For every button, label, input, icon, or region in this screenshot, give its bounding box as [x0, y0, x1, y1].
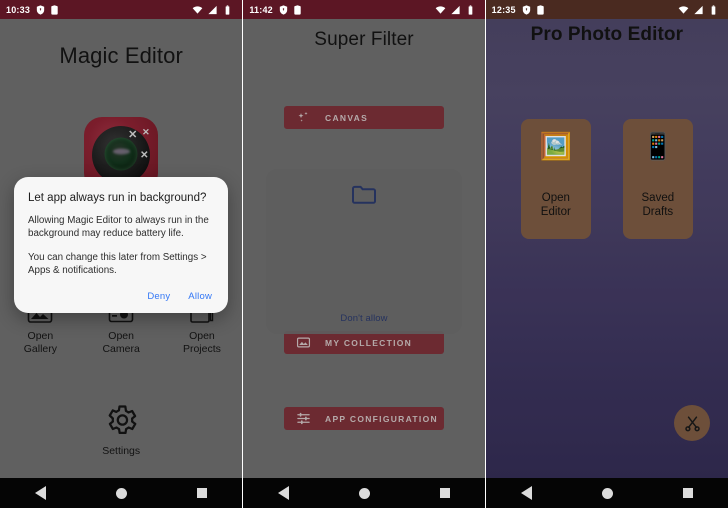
wifi-icon: [435, 5, 445, 14]
back-icon[interactable]: [278, 486, 290, 500]
tile-label-line1: Open: [27, 330, 54, 342]
canvas-button-label: CANVAS: [325, 112, 369, 123]
app-configuration-button-label: APP CONFIGURATION: [325, 413, 438, 424]
card-label-line2: Editor: [540, 206, 571, 218]
home-icon[interactable]: [601, 487, 613, 499]
signal-icon: [208, 5, 217, 14]
signal-icon: [694, 5, 703, 14]
phone-photo-icon: 🖼️: [539, 131, 573, 161]
dialog-note: You can change this later from Settings …: [28, 252, 207, 276]
dialog-body: Allowing Magic Editor to always run in t…: [28, 215, 209, 239]
app-screen: Super Filter CANVAS Don't allow MY COLLE…: [243, 19, 485, 478]
open-editor-label: Open Editor: [541, 191, 571, 219]
signal-icon: [451, 5, 460, 14]
saved-drafts-card[interactable]: 📱 Saved Drafts: [622, 119, 693, 239]
quick-action-cards: 🖼️ Open Editor 📱 Saved Drafts: [486, 119, 728, 239]
saved-drafts-label: Saved Drafts: [642, 191, 675, 219]
lens-glass: [104, 137, 138, 171]
phone-panel-pro-photo-editor: 12:35 Pro Photo Editor 🖼️ Open Editor 📱 …: [485, 0, 728, 508]
status-bar: 10:33: [0, 0, 243, 19]
sliders-icon: [297, 412, 310, 425]
open-editor-card[interactable]: 🖼️ Open Editor: [520, 119, 591, 239]
status-bar: 11:42: [243, 0, 485, 19]
scissors-fab[interactable]: [674, 405, 710, 441]
lock-icon: [536, 4, 544, 15]
tile-label-line1: Open: [189, 330, 215, 342]
back-icon[interactable]: [35, 486, 47, 500]
shield-icon: [279, 4, 288, 15]
selfie-icon: 📱: [641, 131, 675, 161]
recents-icon[interactable]: [682, 488, 693, 498]
phone-panel-magic-editor: 10:33 Magic Editor ✕ ✕ ✕ Open Gallery Op…: [0, 0, 243, 508]
tile-label: Open Camera: [87, 330, 155, 356]
tile-label-line2: Projects: [182, 343, 221, 355]
dont-allow-label[interactable]: Don't allow: [266, 313, 462, 324]
image-icon: [296, 337, 311, 348]
shield-icon: [522, 4, 530, 15]
status-bar-indicators: [192, 4, 236, 16]
allow-button[interactable]: Allow: [186, 289, 214, 304]
deny-button[interactable]: Deny: [145, 289, 172, 304]
status-bar-time: 10:33: [6, 4, 31, 15]
dialog-title: Let app always run in background?: [28, 192, 207, 204]
battery-icon: [468, 4, 473, 15]
sparkle-icon: ✕: [128, 129, 138, 141]
three-phone-screenshots: 10:33 Magic Editor ✕ ✕ ✕ Open Gallery Op…: [0, 0, 728, 508]
battery-icon: [225, 4, 230, 15]
tile-label-line2: Gallery: [23, 343, 57, 355]
status-bar: 12:35: [485, 0, 728, 19]
status-bar-time: 12:35: [491, 4, 516, 15]
tile-label: Open Projects: [168, 330, 236, 356]
navigation-bar: [0, 478, 243, 508]
back-icon[interactable]: [520, 486, 532, 500]
card-label-line1: Open: [541, 192, 570, 204]
wifi-icon: [678, 5, 689, 14]
battery-icon: [711, 4, 716, 15]
recents-icon[interactable]: [197, 488, 208, 498]
app-screen: Pro Photo Editor 🖼️ Open Editor 📱 Saved …: [485, 19, 728, 478]
settings-label: Settings: [102, 445, 141, 457]
status-bar-time: 11:42: [249, 4, 273, 15]
shield-icon: [36, 4, 45, 15]
home-icon[interactable]: [359, 487, 370, 499]
folder-icon: [352, 185, 376, 204]
phone-panel-super-filter: 11:42 Super Filter CANVAS Don't allow MY…: [243, 0, 485, 508]
home-icon[interactable]: [116, 487, 128, 499]
background-permission-dialog: Let app always run in background? Allowi…: [14, 177, 228, 313]
tile-label-line1: Open: [108, 330, 134, 342]
page-title: Pro Photo Editor: [530, 24, 684, 45]
navigation-bar: [243, 478, 485, 508]
navigation-bar: [485, 478, 728, 508]
scissors-icon: [684, 415, 700, 431]
card-label-line1: Saved: [641, 192, 675, 204]
lock-icon: [51, 4, 58, 15]
my-collection-button[interactable]: MY COLLECTION: [284, 331, 444, 354]
page-title: Magic Editor: [59, 43, 183, 68]
sparkle-icon: [298, 111, 308, 122]
tile-label-line2: Camera: [102, 343, 140, 355]
status-bar-indicators: [435, 4, 479, 16]
dialog-actions: Deny Allow: [28, 289, 214, 306]
gear-icon: [108, 405, 137, 435]
page-title: Super Filter: [314, 29, 414, 50]
recents-icon[interactable]: [439, 488, 450, 498]
lock-icon: [294, 4, 301, 15]
wifi-icon: [193, 5, 203, 14]
tile-label: Open Gallery: [6, 330, 74, 356]
card-label-line2: Drafts: [642, 206, 674, 218]
lens-highlight: [112, 148, 130, 155]
background-dialog-ghost: Don't allow: [266, 169, 462, 334]
sparkle-icon: ✕: [140, 150, 149, 161]
app-configuration-button[interactable]: APP CONFIGURATION: [284, 407, 444, 430]
status-bar-indicators: [678, 4, 722, 16]
my-collection-button-label: MY COLLECTION: [325, 337, 413, 348]
sparkle-icon: ✕: [142, 127, 150, 137]
canvas-button[interactable]: CANVAS: [284, 106, 444, 129]
settings-entry[interactable]: Settings: [0, 402, 242, 457]
